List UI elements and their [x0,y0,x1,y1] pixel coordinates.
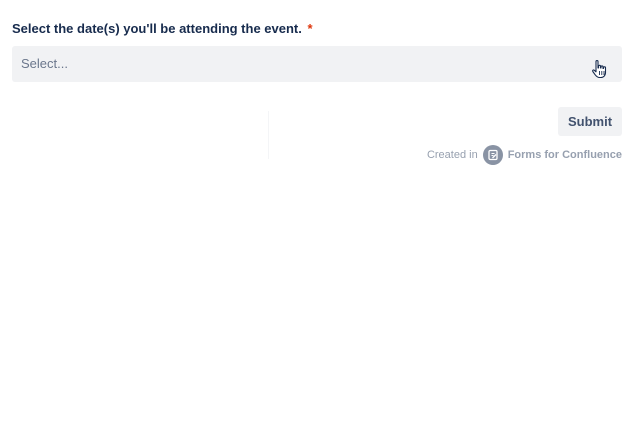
field-label-text: Select the date(s) you'll be attending t… [12,21,302,36]
date-select[interactable]: Select... [12,46,622,82]
forms-logo-icon [482,145,503,165]
field-label: Select the date(s) you'll be attending t… [12,21,313,36]
divider [268,111,269,159]
hand-pointer-icon [590,58,610,80]
submit-button[interactable]: Submit [558,107,622,136]
forms-for-confluence-link[interactable]: Forms for Confluence [508,149,622,161]
created-in-text: Created in [426,149,478,161]
created-in-footer: Created in Forms for Confluence [427,145,622,165]
required-marker: * [307,21,313,36]
select-placeholder: Select... [21,56,68,71]
